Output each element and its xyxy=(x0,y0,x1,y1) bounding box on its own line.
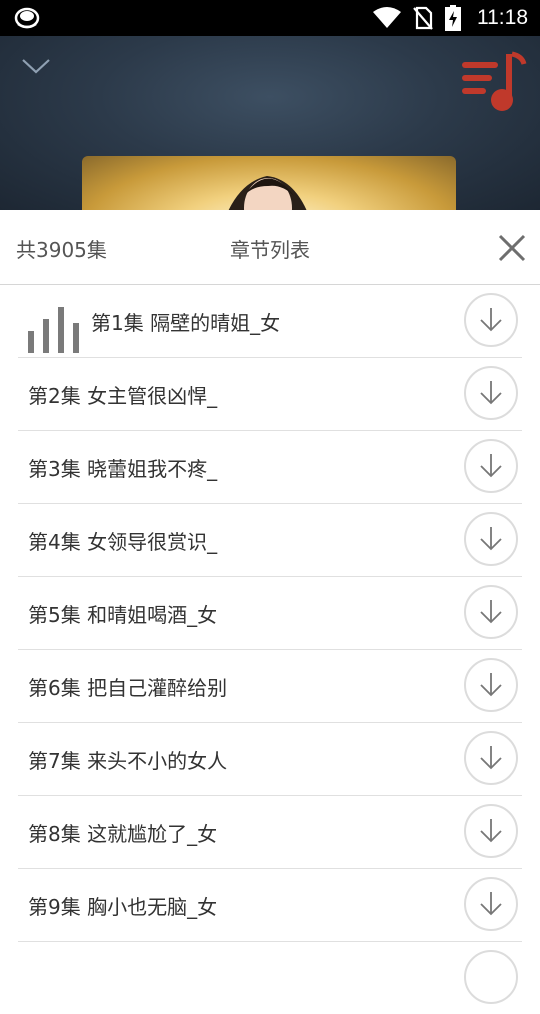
album-cover xyxy=(82,156,456,210)
download-button[interactable] xyxy=(464,439,518,493)
download-icon xyxy=(480,308,502,332)
playlist-music-icon[interactable] xyxy=(458,50,528,116)
chapter-label: 第5集 和晴姐喝酒_女 xyxy=(28,603,218,627)
chapter-label: 第2集 女主管很凶悍_ xyxy=(28,384,218,408)
download-button[interactable] xyxy=(464,366,518,420)
chapter-label: 第3集 晓蕾姐我不疼_ xyxy=(28,457,218,481)
chapter-label: 第9集 胸小也无脑_女 xyxy=(28,895,218,919)
chapter-panel: 共3905集 章节列表 第1集 隔壁的晴姐_女 第2集 女主管很凶悍_ 第3集 … xyxy=(0,210,540,1004)
status-bar: 11:18 xyxy=(0,0,540,36)
download-button[interactable] xyxy=(464,877,518,931)
battery-charging-icon xyxy=(445,5,461,31)
download-icon xyxy=(480,673,502,697)
download-icon xyxy=(480,892,502,916)
download-icon xyxy=(480,381,502,405)
status-time: 11:18 xyxy=(477,6,528,29)
download-button[interactable] xyxy=(464,950,518,1004)
download-icon xyxy=(480,454,502,478)
chapter-item-5[interactable]: 第5集 和晴姐喝酒_女 xyxy=(18,577,522,650)
download-button[interactable] xyxy=(464,731,518,785)
no-sim-icon xyxy=(413,6,433,30)
playing-bars-icon xyxy=(28,307,79,353)
status-icons: 11:18 xyxy=(373,0,528,36)
download-button[interactable] xyxy=(464,585,518,639)
download-button[interactable] xyxy=(464,658,518,712)
chapter-label: 第6集 把自己灌醉给别 xyxy=(28,676,228,700)
chapter-panel-header: 共3905集 章节列表 xyxy=(0,210,540,285)
chapter-item-1[interactable]: 第1集 隔壁的晴姐_女 xyxy=(18,285,522,358)
download-icon xyxy=(480,600,502,624)
chapter-item-3[interactable]: 第3集 晓蕾姐我不疼_ xyxy=(18,431,522,504)
app-notification-icon xyxy=(14,7,40,29)
download-icon xyxy=(480,819,502,843)
chapter-item-4[interactable]: 第4集 女领导很赏识_ xyxy=(18,504,522,577)
download-button[interactable] xyxy=(464,512,518,566)
chapter-item-7[interactable]: 第7集 来头不小的女人 xyxy=(18,723,522,796)
chapter-item-partial[interactable] xyxy=(18,942,522,1014)
cover-illustration xyxy=(228,176,307,210)
player-background xyxy=(0,36,540,210)
download-button[interactable] xyxy=(464,804,518,858)
chapter-item-9[interactable]: 第9集 胸小也无脑_女 xyxy=(18,869,522,942)
download-icon xyxy=(480,746,502,770)
close-icon[interactable] xyxy=(494,230,530,266)
chapter-label: 第4集 女领导很赏识_ xyxy=(28,530,218,554)
chapter-label: 第7集 来头不小的女人 xyxy=(28,749,228,773)
download-icon xyxy=(480,527,502,551)
chapter-item-2[interactable]: 第2集 女主管很凶悍_ xyxy=(18,358,522,431)
download-button[interactable] xyxy=(464,293,518,347)
chapter-label: 第1集 隔壁的晴姐_女 xyxy=(91,311,281,335)
chapter-list: 第1集 隔壁的晴姐_女 第2集 女主管很凶悍_ 第3集 晓蕾姐我不疼_ 第4集 … xyxy=(0,285,540,1014)
chevron-down-icon[interactable] xyxy=(20,54,52,76)
wifi-icon xyxy=(373,7,401,28)
chapter-item-8[interactable]: 第8集 这就尴尬了_女 xyxy=(18,796,522,869)
chapter-label: 第8集 这就尴尬了_女 xyxy=(28,822,218,846)
chapter-item-6[interactable]: 第6集 把自己灌醉给别 xyxy=(18,650,522,723)
panel-title: 章节列表 xyxy=(230,238,310,262)
